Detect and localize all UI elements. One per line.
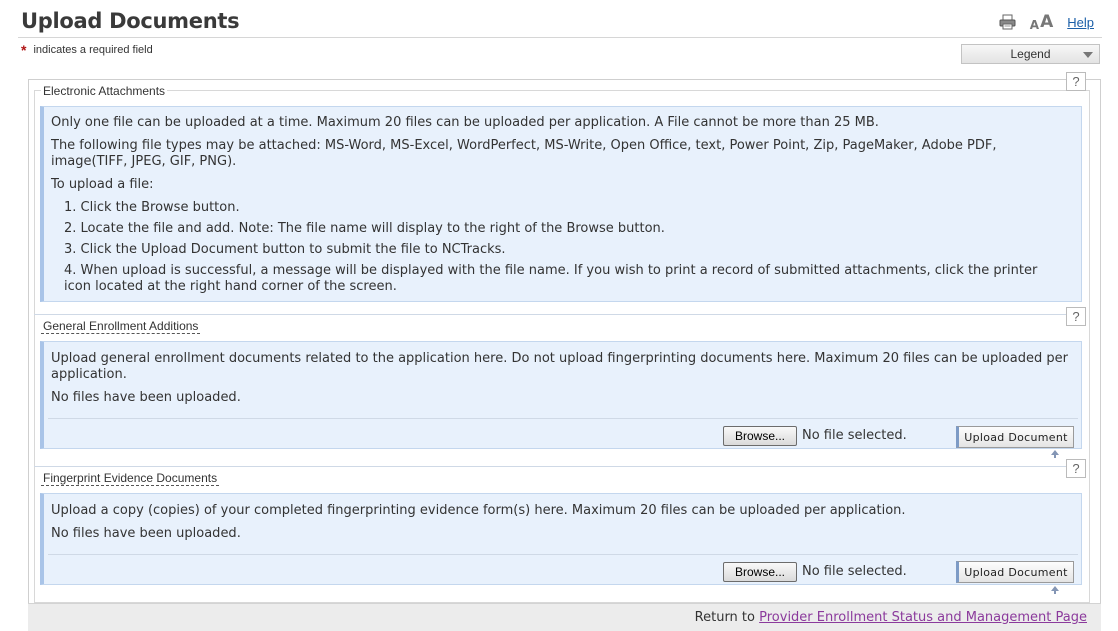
general-enrollment-status: No files have been uploaded. xyxy=(51,390,241,405)
file-types-text: The following file types may be attached… xyxy=(51,138,997,169)
instruction-step: 4. When upload is successful, a message … xyxy=(64,263,1038,294)
file-selected-status: No file selected. xyxy=(802,564,907,579)
header-tools: A A Help xyxy=(999,12,1094,32)
section-title-fingerprint-evidence-documents[interactable]: Fingerprint Evidence Documents xyxy=(41,471,220,486)
question-mark-icon[interactable]: ? xyxy=(1066,307,1086,326)
arrow-up-icon[interactable] xyxy=(1050,449,1060,462)
file-selected-status: No file selected. xyxy=(802,428,907,443)
instruction-step: 1. Click the Browse button. xyxy=(64,200,240,215)
upload-row-divider xyxy=(48,418,1078,419)
browse-button[interactable]: Browse... xyxy=(723,426,797,446)
font-size-small[interactable]: A xyxy=(1030,18,1039,32)
fingerprint-description: Upload a copy (copies) of your completed… xyxy=(51,503,906,518)
upload-document-button[interactable]: Upload Document xyxy=(956,426,1074,448)
browse-button[interactable]: Browse... xyxy=(723,562,797,582)
fingerprint-status: No files have been uploaded. xyxy=(51,526,241,541)
upload-limit-text: Only one file can be uploaded at a time.… xyxy=(51,115,879,130)
section-divider xyxy=(34,466,1066,467)
general-enrollment-info: Upload general enrollment documents rela… xyxy=(40,341,1082,449)
fingerprint-evidence-info: Upload a copy (copies) of your completed… xyxy=(40,493,1082,585)
chevron-down-icon xyxy=(1083,52,1093,58)
question-mark-icon[interactable]: ? xyxy=(1066,459,1086,478)
section-divider xyxy=(34,314,1066,315)
legend-dropdown-label: Legend xyxy=(1010,47,1051,61)
upload-document-button[interactable]: Upload Document xyxy=(956,561,1074,583)
return-prefix: Return to xyxy=(694,610,760,625)
upload-instructions-heading: To upload a file: xyxy=(51,177,154,192)
arrow-up-icon[interactable] xyxy=(1050,585,1060,598)
upload-row-divider xyxy=(48,554,1078,555)
font-size-large[interactable]: A xyxy=(1040,12,1053,32)
general-enrollment-description: Upload general enrollment documents rela… xyxy=(51,351,1068,382)
help-link[interactable]: Help xyxy=(1067,15,1094,30)
instruction-step: 3. Click the Upload Document button to s… xyxy=(64,242,506,257)
required-note-text: indicates a required field xyxy=(33,44,153,56)
legend-dropdown[interactable]: Legend xyxy=(961,44,1100,64)
question-mark-icon[interactable]: ? xyxy=(1066,72,1086,91)
required-star-icon: * xyxy=(21,42,27,58)
font-size-icon[interactable]: A A xyxy=(1030,12,1053,32)
footer-bar: Return to Provider Enrollment Status and… xyxy=(28,603,1101,631)
section-title-general-enrollment-additions[interactable]: General Enrollment Additions xyxy=(41,319,201,334)
electronic-attachments-info: Only one file can be uploaded at a time.… xyxy=(40,106,1082,302)
required-field-note: * indicates a required field xyxy=(21,42,153,58)
page-title: Upload Documents xyxy=(21,9,240,33)
instruction-step: 2. Locate the file and add. Note: The fi… xyxy=(64,221,665,236)
title-divider xyxy=(18,37,1102,38)
printer-icon[interactable] xyxy=(999,14,1016,30)
return-note: Return to Provider Enrollment Status and… xyxy=(695,610,1087,625)
section-title-electronic-attachments: Electronic Attachments xyxy=(41,84,168,98)
provider-enrollment-status-link[interactable]: Provider Enrollment Status and Managemen… xyxy=(759,610,1087,625)
